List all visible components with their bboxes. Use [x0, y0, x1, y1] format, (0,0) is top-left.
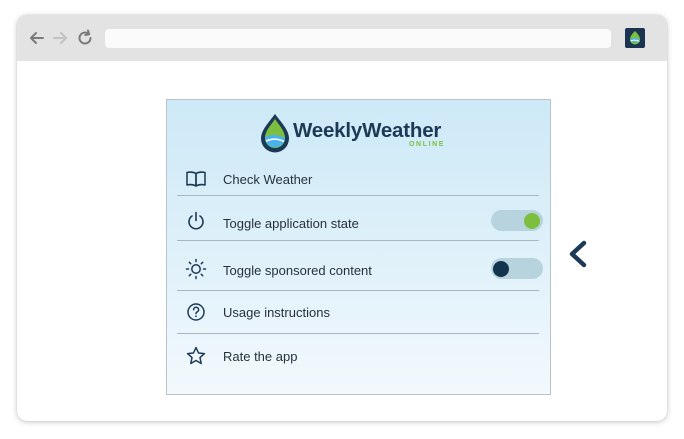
menu-item-label: Rate the app [223, 349, 298, 364]
forward-button[interactable] [50, 28, 70, 48]
reload-icon [78, 29, 92, 45]
menu-item-label: Usage instructions [223, 305, 330, 320]
back-button[interactable] [27, 28, 47, 48]
browser-toolbar [17, 15, 667, 61]
address-bar[interactable] [105, 29, 611, 48]
pointer-arrow-icon [566, 238, 616, 270]
menu-item-rate-app[interactable]: Rate the app [177, 343, 539, 373]
menu-item-usage-instructions[interactable]: Usage instructions [177, 299, 539, 329]
menu-item-sponsored-content: Toggle sponsored content [177, 254, 543, 284]
arrow-right-icon [53, 32, 67, 44]
menu-item-check-weather[interactable]: Check Weather [177, 164, 539, 194]
extension-popup: WeeklyWeather ONLINE Check Weather Toggl… [166, 99, 551, 395]
menu-item-label: Toggle sponsored content [223, 263, 372, 278]
sun-icon [185, 258, 207, 280]
weekly-weather-logo-icon [630, 31, 640, 45]
arrow-left-icon [30, 32, 44, 44]
divider [177, 195, 539, 196]
toggle-knob [493, 260, 509, 277]
book-icon [185, 168, 207, 190]
application-state-toggle[interactable] [491, 210, 543, 231]
divider [177, 290, 539, 291]
brand-logo: WeeklyWeather ONLINE [259, 113, 464, 153]
menu-item-label: Check Weather [223, 172, 313, 187]
divider [177, 333, 539, 334]
browser-window: WeeklyWeather ONLINE Check Weather Toggl… [17, 15, 667, 421]
menu-item-label: Toggle application state [223, 216, 359, 231]
sponsored-content-toggle[interactable] [491, 258, 543, 279]
star-icon [185, 345, 207, 367]
brand-name: WeeklyWeather [293, 119, 442, 142]
divider [177, 240, 539, 241]
extension-button[interactable] [625, 28, 645, 48]
toggle-knob [524, 212, 540, 229]
reload-button[interactable] [75, 28, 95, 48]
power-icon [185, 210, 207, 232]
brand-subtitle: ONLINE [409, 141, 446, 148]
water-drop-logo-icon [261, 114, 289, 153]
menu-item-application-state: Toggle application state [177, 206, 543, 236]
help-circle-icon [185, 301, 207, 323]
